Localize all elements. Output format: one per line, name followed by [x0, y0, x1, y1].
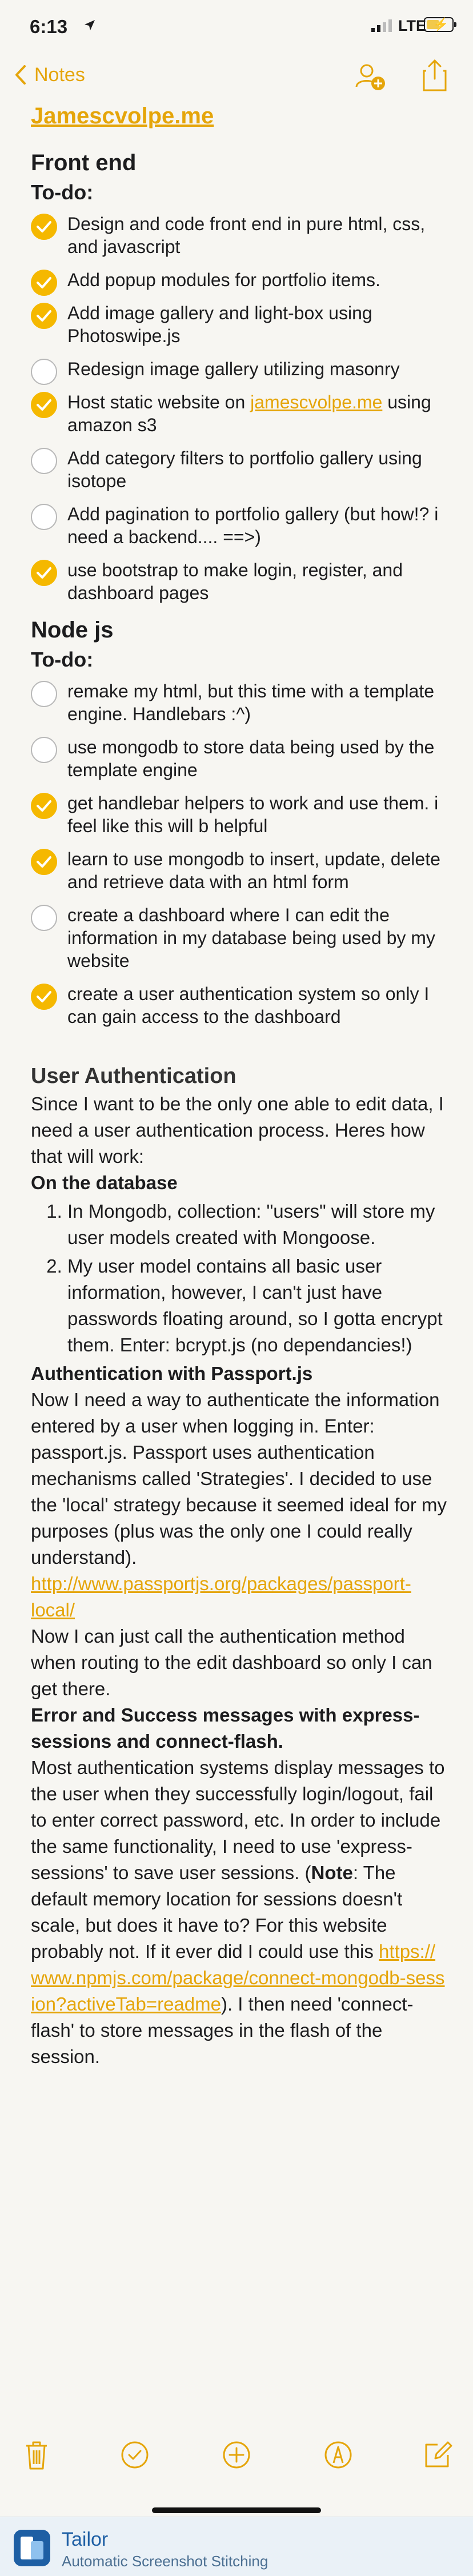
passport-paragraph: Now I need a way to authenticate the inf… [31, 1387, 448, 1623]
auth-intro: Since I want to be the only one able to … [31, 1093, 444, 1167]
checklist-item-text: Add category filters to portfolio galler… [67, 448, 422, 491]
unchecked-circle-icon[interactable] [31, 737, 57, 763]
unchecked-circle-icon[interactable] [31, 359, 57, 385]
checklist-item: use bootstrap to make login, register, a… [31, 559, 448, 604]
unchecked-circle-icon[interactable] [31, 905, 57, 931]
signal-bars-icon [371, 19, 392, 32]
checklist-item: learn to use mongodb to insert, update, … [31, 848, 448, 893]
passport-paragraph-2: Now I can just call the authentication m… [31, 1626, 432, 1699]
checklist-item: Redesign image gallery utilizing masonry [31, 358, 448, 385]
checklist-item: Add pagination to portfolio gallery (but… [31, 503, 448, 548]
checklist-item-text: use mongodb to store data being used by … [67, 737, 435, 780]
auth-heading: User Authentication [31, 1064, 236, 1088]
checked-circle-icon[interactable] [31, 793, 57, 819]
passport-heading: Authentication with Passport.js [31, 1363, 313, 1384]
flash-heading: Error and Success messages with express-… [31, 1704, 420, 1752]
location-arrow-icon [85, 20, 95, 30]
checklist-item-text: use bootstrap to make login, register, a… [67, 560, 403, 603]
tailor-name: Tailor [62, 2529, 109, 2550]
unchecked-circle-icon[interactable] [31, 448, 57, 474]
chevron-left-icon [15, 65, 26, 85]
node-checklist: remake my html, but this time with a tem… [31, 680, 448, 1028]
checklist-item-text: remake my html, but this time with a tem… [67, 681, 434, 724]
checklist-item: Add category filters to portfolio galler… [31, 447, 448, 492]
checklist-item: remake my html, but this time with a tem… [31, 680, 448, 725]
share-icon[interactable] [422, 58, 448, 93]
checklist-item-text: get handlebar helpers to work and use th… [67, 793, 439, 836]
checklist-item: use mongodb to store data being used by … [31, 736, 448, 781]
website-link[interactable]: jamescvolpe.me [250, 392, 382, 412]
bottom-toolbar [0, 2427, 473, 2485]
tailor-watermark: Tailor Automatic Screenshot Stitching [0, 2517, 473, 2576]
markup-icon[interactable] [321, 2438, 355, 2472]
passport-text: Now I need a way to authenticate the inf… [31, 1389, 447, 1568]
checklist-item-text: Add popup modules for portfolio items. [67, 270, 380, 290]
flash-paragraph: Most authentication systems display mess… [31, 1755, 448, 2070]
checklist-item-text: Host static website on [67, 392, 251, 412]
tailor-tagline: Automatic Screenshot Stitching [62, 2553, 268, 2570]
checklist-item-text: create a user authentication system so o… [67, 984, 430, 1027]
frontend-heading: Front end [31, 150, 137, 175]
checklist-item: Design and code front end in pure html, … [31, 212, 448, 258]
checklist-item: Host static website on jamescvolpe.me us… [31, 391, 448, 436]
frontend-checklist: Design and code front end in pure html, … [31, 212, 448, 604]
status-bar: 6:13 LTE ⚡ [0, 0, 473, 50]
checklist-item-text: learn to use mongodb to insert, update, … [67, 849, 440, 892]
note-label: Note [311, 1862, 353, 1883]
nav-bar: Notes [0, 50, 473, 101]
trash-icon[interactable] [19, 2438, 54, 2472]
database-heading: On the database [31, 1172, 178, 1193]
network-label: LTE [398, 17, 426, 34]
checklist-item-text: Design and code front end in pure html, … [67, 214, 426, 257]
checked-circle-icon[interactable] [31, 560, 57, 586]
list-item: My user model contains all basic user in… [67, 1253, 448, 1358]
checklist-item: Add popup modules for portfolio items. [31, 268, 448, 296]
unchecked-circle-icon[interactable] [31, 681, 57, 707]
back-label: Notes [34, 63, 85, 86]
battery-icon: ⚡ [424, 17, 456, 32]
compose-icon[interactable] [420, 2438, 455, 2472]
checklist-item-text: create a dashboard where I can edit the … [67, 905, 435, 971]
passport-link[interactable]: http://www.passportjs.org/packages/passp… [31, 1573, 411, 1620]
checked-circle-icon[interactable] [31, 303, 57, 329]
checklist-item-text: Add pagination to portfolio gallery (but… [67, 504, 439, 547]
note-body[interactable]: Jamescvolpe.me Front end To-do: Design a… [31, 101, 448, 2070]
checklist-item: create a dashboard where I can edit the … [31, 904, 448, 972]
node-todo-label: To-do: [31, 648, 94, 671]
back-button[interactable]: Notes [15, 61, 85, 89]
checklist-item: get handlebar helpers to work and use th… [31, 792, 448, 837]
checked-circle-icon[interactable] [31, 849, 57, 875]
node-heading: Node js [31, 617, 114, 643]
checked-circle-icon[interactable] [31, 984, 57, 1010]
checked-circle-icon[interactable] [31, 270, 57, 296]
status-time: 6:13 [30, 16, 68, 37]
checked-circle-icon[interactable] [31, 392, 57, 418]
list-item: In Mongodb, collection: "users" will sto… [67, 1198, 448, 1251]
checklist-item: Add image gallery and light-box using Ph… [31, 302, 448, 347]
tailor-app-icon [14, 2530, 50, 2566]
unchecked-circle-icon[interactable] [31, 504, 57, 530]
add-person-icon[interactable] [352, 61, 386, 93]
checklist-item-text: Redesign image gallery utilizing masonry [67, 359, 400, 379]
checked-circle-icon[interactable] [31, 214, 57, 240]
add-icon[interactable] [219, 2438, 254, 2472]
home-indicator [152, 2507, 321, 2513]
checklist-item: create a user authentication system so o… [31, 982, 448, 1028]
frontend-todo-label: To-do: [31, 180, 94, 204]
note-title-link[interactable]: Jamescvolpe.me [31, 101, 448, 131]
database-steps: In Mongodb, collection: "users" will sto… [31, 1198, 448, 1358]
checklist-item-text: Add image gallery and light-box using Ph… [67, 303, 372, 346]
checklist-icon[interactable] [118, 2438, 152, 2472]
